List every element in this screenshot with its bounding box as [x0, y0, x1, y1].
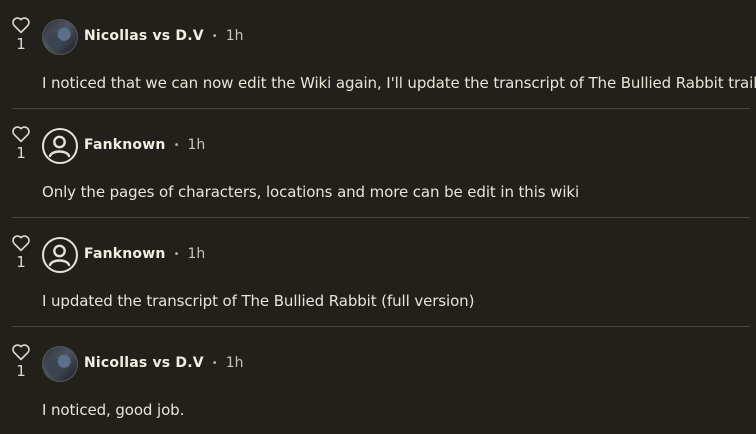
- reply-text: I noticed that we can now edit the Wiki …: [42, 74, 756, 92]
- reply-text: I noticed, good job.: [42, 401, 185, 419]
- separator-dot: •: [211, 357, 218, 369]
- avatar[interactable]: [42, 346, 78, 382]
- heart-icon: [12, 17, 30, 34]
- default-user-icon: [48, 135, 71, 158]
- separator-dot: •: [173, 139, 180, 151]
- reply-text: I updated the transcript of The Bullied …: [42, 292, 475, 310]
- author-name[interactable]: Nicollas vs D.V: [84, 28, 204, 44]
- timestamp[interactable]: 1h: [187, 137, 205, 153]
- default-user-icon: [48, 244, 71, 267]
- like-button[interactable]: 1: [9, 16, 33, 52]
- like-count: 1: [16, 35, 26, 53]
- like-button[interactable]: 1: [9, 125, 33, 161]
- like-count: 1: [16, 362, 26, 380]
- reply-item: 1 Fanknown • 1h Only the pages of charac…: [0, 109, 756, 218]
- reply-item: 1 Nicollas vs D.V • 1h I noticed that we…: [0, 0, 756, 109]
- reply-item: 1 Nicollas vs D.V • 1h I noticed, good j…: [0, 327, 756, 434]
- reply-meta: Nicollas vs D.V • 1h: [84, 354, 243, 372]
- like-count: 1: [16, 253, 26, 271]
- heart-icon: [12, 344, 30, 361]
- reply-text: Only the pages of characters, locations …: [42, 183, 580, 201]
- timestamp[interactable]: 1h: [226, 355, 244, 371]
- author-name[interactable]: Fanknown: [84, 246, 166, 262]
- reply-meta: Nicollas vs D.V • 1h: [84, 27, 243, 45]
- separator-dot: •: [173, 248, 180, 260]
- like-count: 1: [16, 144, 26, 162]
- reply-item: 1 Fanknown • 1h I updated the transcript…: [0, 218, 756, 327]
- avatar[interactable]: [42, 237, 78, 273]
- reply-thread: 1 Nicollas vs D.V • 1h I noticed that we…: [0, 0, 756, 434]
- like-button[interactable]: 1: [9, 234, 33, 270]
- reply-meta: Fanknown • 1h: [84, 136, 205, 154]
- author-name[interactable]: Nicollas vs D.V: [84, 355, 204, 371]
- reply-meta: Fanknown • 1h: [84, 245, 205, 263]
- heart-icon: [12, 126, 30, 143]
- like-button[interactable]: 1: [9, 343, 33, 379]
- author-name[interactable]: Fanknown: [84, 137, 166, 153]
- separator-dot: •: [211, 30, 218, 42]
- avatar[interactable]: [42, 128, 78, 164]
- heart-icon: [12, 235, 30, 252]
- timestamp[interactable]: 1h: [187, 246, 205, 262]
- timestamp[interactable]: 1h: [226, 28, 244, 44]
- avatar[interactable]: [42, 19, 78, 55]
